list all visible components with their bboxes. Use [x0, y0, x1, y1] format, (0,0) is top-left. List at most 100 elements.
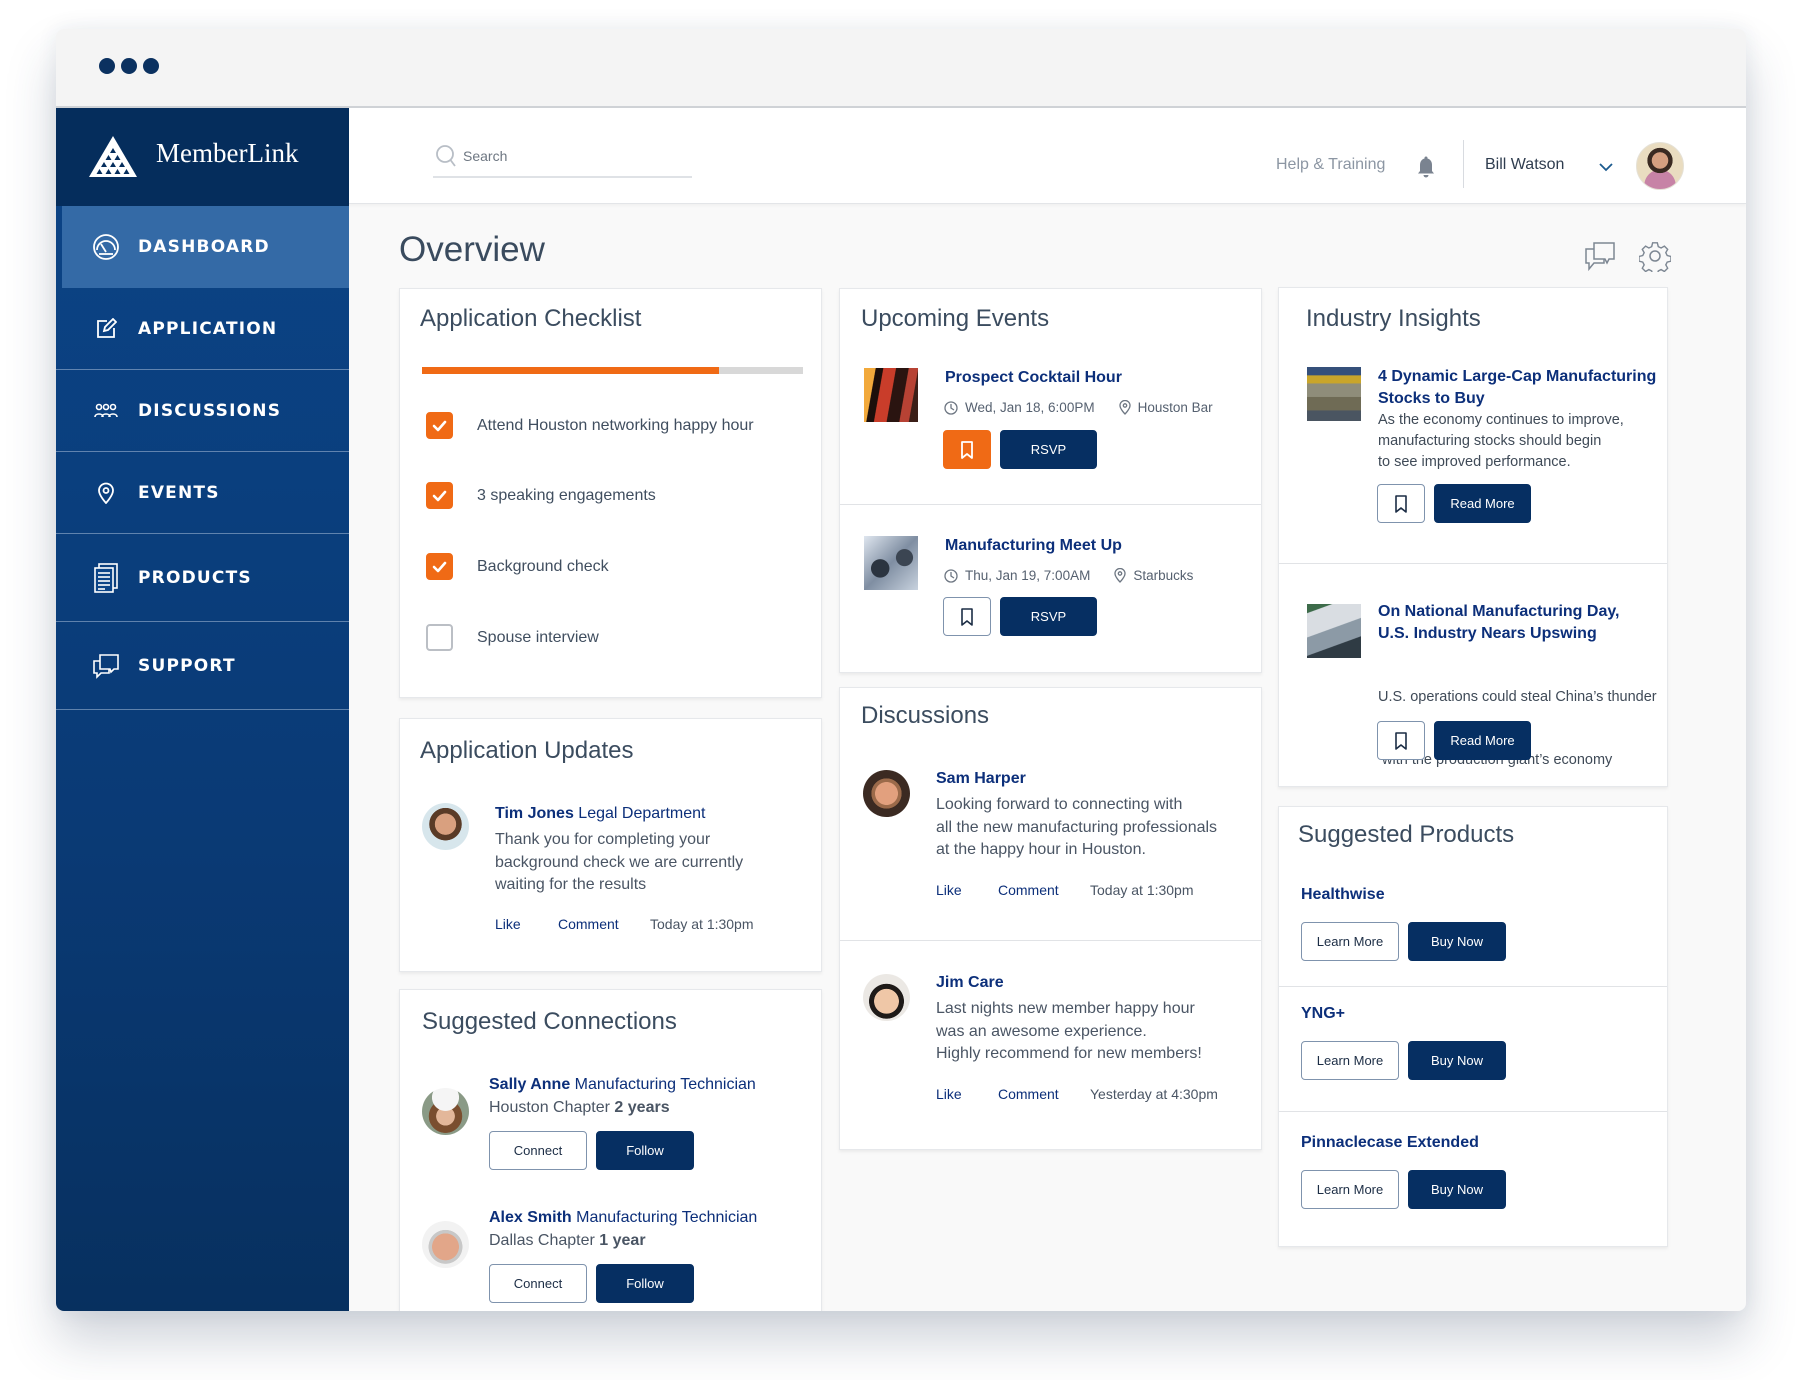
comment-link[interactable]: Comment	[998, 882, 1090, 898]
brand-logo[interactable]: MemberLink	[56, 108, 349, 206]
article-thumbnail[interactable]	[1307, 604, 1361, 658]
post-timestamp: Today at 1:30pm	[650, 916, 754, 932]
help-training-link[interactable]: Help & Training	[1276, 156, 1385, 174]
follow-button[interactable]: Follow	[596, 1264, 694, 1303]
event-location: Houston Bar	[1137, 400, 1213, 415]
buy-now-button[interactable]: Buy Now	[1408, 922, 1506, 961]
checkbox[interactable]	[426, 412, 453, 439]
checklist-item[interactable]: Background check	[426, 553, 609, 580]
post-line: Looking forward to connecting with	[936, 796, 1183, 813]
follow-button[interactable]: Follow	[596, 1131, 694, 1170]
checklist-item[interactable]: Spouse interview	[426, 624, 599, 651]
like-link[interactable]: Like	[936, 882, 998, 898]
checklist-item[interactable]: Attend Houston networking happy hour	[426, 412, 754, 439]
buy-now-button[interactable]: Buy Now	[1408, 1041, 1506, 1080]
event-thumbnail[interactable]	[864, 536, 918, 590]
person-name: Alex Smith	[489, 1209, 572, 1226]
author-avatar[interactable]	[863, 974, 910, 1021]
sidebar-nav: DASHBOARD APPLICATION DISCUSSIONS EVENTS…	[56, 206, 349, 710]
window-dot-minimize[interactable]	[121, 58, 137, 74]
messages-icon[interactable]	[1584, 240, 1616, 272]
comment-link[interactable]: Comment	[558, 916, 650, 932]
event-title[interactable]: Prospect Cocktail Hour	[945, 369, 1122, 387]
clock-icon	[944, 400, 958, 415]
article-title[interactable]: On National Manufacturing Day, U.S. Indu…	[1378, 601, 1620, 645]
rsvp-button[interactable]: RSVP	[1000, 430, 1097, 469]
comment-link[interactable]: Comment	[998, 1086, 1090, 1102]
learn-more-button[interactable]: Learn More	[1301, 922, 1399, 961]
connection-name[interactable]: Alex Smith Manufacturing Technician	[489, 1209, 757, 1227]
search-input[interactable]	[463, 142, 683, 170]
like-link[interactable]: Like	[936, 1086, 998, 1102]
author-name[interactable]: Jim Care	[936, 974, 1004, 992]
bookmark-icon	[961, 607, 973, 626]
read-more-button[interactable]: Read More	[1434, 484, 1531, 523]
product-name[interactable]: YNG+	[1301, 1005, 1345, 1023]
sidebar-item-support[interactable]: SUPPORT	[56, 622, 349, 710]
read-more-button[interactable]: Read More	[1434, 721, 1531, 760]
bookmark-icon	[1395, 731, 1407, 750]
tenure: 1 year	[599, 1232, 646, 1249]
sidebar-item-dashboard[interactable]: DASHBOARD	[62, 206, 349, 288]
connect-button[interactable]: Connect	[489, 1131, 587, 1170]
checkbox[interactable]	[426, 553, 453, 580]
bookmark-button[interactable]	[1377, 721, 1425, 760]
post-author[interactable]: Tim Jones Legal Department	[495, 805, 705, 823]
rsvp-button[interactable]: RSVP	[1000, 597, 1097, 636]
author-name[interactable]: Sam Harper	[936, 770, 1026, 788]
notification-bell-icon[interactable]	[1416, 155, 1436, 179]
window-dot-close[interactable]	[99, 58, 115, 74]
article-title[interactable]: 4 Dynamic Large-Cap Manufacturing Stocks…	[1378, 366, 1656, 410]
chevron-down-icon[interactable]	[1599, 162, 1613, 172]
learn-more-button[interactable]: Learn More	[1301, 1041, 1399, 1080]
header-divider	[1463, 140, 1464, 188]
bookmark-button[interactable]	[943, 430, 991, 469]
sidebar-item-events[interactable]: EVENTS	[56, 452, 349, 534]
settings-gear-icon[interactable]	[1639, 240, 1671, 272]
card-title: Application Checklist	[420, 305, 642, 332]
event-title[interactable]: Manufacturing Meet Up	[945, 537, 1122, 555]
learn-more-button[interactable]: Learn More	[1301, 1170, 1399, 1209]
sidebar-item-application[interactable]: APPLICATION	[56, 288, 349, 370]
connect-button[interactable]: Connect	[489, 1264, 587, 1303]
checklist-item-label: 3 speaking engagements	[477, 486, 656, 504]
pyramid-logo-icon	[89, 136, 137, 177]
event-date: Wed, Jan 18, 6:00PM	[965, 400, 1095, 415]
event-meta: Thu, Jan 19, 7:00AM Starbucks	[944, 568, 1193, 583]
checkmark-icon	[432, 561, 447, 572]
connection-name[interactable]: Sally Anne Manufacturing Technician	[489, 1076, 756, 1094]
post-line: Last nights new member happy hour	[936, 1000, 1195, 1017]
buy-now-button[interactable]: Buy Now	[1408, 1170, 1506, 1209]
search-icon	[436, 145, 456, 167]
like-link[interactable]: Like	[495, 916, 558, 932]
bookmark-button[interactable]	[1377, 484, 1425, 523]
connection-avatar[interactable]	[422, 1221, 469, 1268]
checklist-item[interactable]: 3 speaking engagements	[426, 482, 656, 509]
checkbox[interactable]	[426, 482, 453, 509]
title-line: U.S. Industry Nears Upswing	[1378, 625, 1597, 642]
event-thumbnail[interactable]	[864, 368, 918, 422]
post-line: background check we are currently	[495, 853, 744, 871]
summary-line: As the economy continues to improve,	[1378, 412, 1624, 428]
author-avatar[interactable]	[422, 803, 469, 850]
article-thumbnail[interactable]	[1307, 367, 1361, 421]
user-avatar[interactable]	[1636, 142, 1684, 190]
window-dot-maximize[interactable]	[143, 58, 159, 74]
checkbox[interactable]	[426, 624, 453, 651]
bookmark-button[interactable]	[943, 597, 991, 636]
user-name[interactable]: Bill Watson	[1485, 156, 1564, 174]
person-name: Sally Anne	[489, 1076, 571, 1093]
connection-meta: Dallas Chapter 1 year	[489, 1232, 646, 1250]
author-avatar[interactable]	[863, 770, 910, 817]
author-name: Tim Jones	[495, 805, 574, 822]
chapter: Houston Chapter	[489, 1099, 610, 1116]
sidebar-item-discussions[interactable]: DISCUSSIONS	[56, 370, 349, 452]
app-window: MemberLink DASHBOARD APPLICATION DISCUSS…	[56, 29, 1746, 1311]
sidebar-item-products[interactable]: PRODUCTS	[56, 534, 349, 622]
product-name[interactable]: Pinnaclecase Extended	[1301, 1134, 1479, 1152]
product-name[interactable]: Healthwise	[1301, 886, 1385, 904]
post-actions: Like Comment Today at 1:30pm	[936, 882, 1194, 898]
post-body: Thank you for completing your background…	[495, 829, 743, 897]
checklist-item-label: Attend Houston networking happy hour	[477, 416, 754, 434]
connection-avatar[interactable]	[422, 1088, 469, 1135]
